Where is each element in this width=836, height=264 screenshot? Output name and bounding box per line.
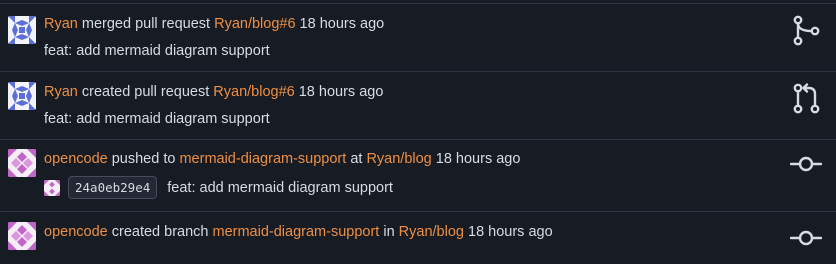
feed-item-created-pr: Ryan created pull request Ryan/blog#6 18… xyxy=(0,72,836,140)
commit-icon xyxy=(789,148,823,180)
feed-item-merged-pr: Ryan merged pull request Ryan/blog#6 18 … xyxy=(0,4,836,72)
pull-request-link[interactable]: Ryan/blog#6 xyxy=(213,84,294,100)
event-connector: in xyxy=(383,224,395,240)
avatar-opencode-small xyxy=(44,179,60,196)
event-verb: pushed to xyxy=(111,151,176,167)
avatar-opencode[interactable] xyxy=(8,222,36,250)
event-summary: Ryan created pull request Ryan/blog#6 18… xyxy=(44,82,383,102)
actor-link[interactable]: opencode xyxy=(44,224,108,240)
actor-link[interactable]: Ryan xyxy=(44,84,78,100)
commit-sha-link[interactable]: 24a0eb29e4 xyxy=(68,176,158,199)
event-verb: merged pull request xyxy=(81,16,211,32)
pull-request-title: feat: add mermaid diagram support xyxy=(44,43,270,59)
actor-link[interactable]: opencode xyxy=(44,151,108,167)
avatar-ryan[interactable] xyxy=(8,82,36,110)
commit-entry: 24a0eb29e4 feat: add mermaid diagram sup… xyxy=(44,176,393,199)
repo-link[interactable]: Ryan/blog xyxy=(366,151,431,167)
branch-link[interactable]: mermaid-diagram-support xyxy=(179,151,346,167)
feed-item-push: opencode pushed to mermaid-diagram-suppo… xyxy=(0,140,836,212)
event-time: 18 hours ago xyxy=(435,151,521,167)
pull-request-icon xyxy=(790,82,822,114)
event-time: 18 hours ago xyxy=(299,16,385,32)
commit-message: feat: add mermaid diagram support xyxy=(167,179,393,196)
repo-link[interactable]: Ryan/blog xyxy=(399,224,464,240)
pull-request-title: feat: add mermaid diagram support xyxy=(44,111,270,127)
pull-request-link[interactable]: Ryan/blog#6 xyxy=(214,16,295,32)
event-verb: created branch xyxy=(111,224,209,240)
activity-feed: Ryan merged pull request Ryan/blog#6 18 … xyxy=(0,0,836,264)
actor-link[interactable]: Ryan xyxy=(44,16,78,32)
event-time: 18 hours ago xyxy=(468,224,553,240)
event-verb: created pull request xyxy=(81,84,210,100)
merge-icon xyxy=(790,14,822,46)
avatar-opencode[interactable] xyxy=(8,149,36,177)
commit-icon xyxy=(789,222,823,254)
branch-link[interactable]: mermaid-diagram-support xyxy=(213,224,380,240)
event-time: 18 hours ago xyxy=(298,84,384,100)
event-connector: at xyxy=(350,151,363,167)
avatar-ryan[interactable] xyxy=(8,16,36,44)
feed-item-branch-created: opencode created branch mermaid-diagram-… xyxy=(0,212,836,264)
event-summary: Ryan merged pull request Ryan/blog#6 18 … xyxy=(44,14,384,34)
event-summary: opencode created branch mermaid-diagram-… xyxy=(44,222,553,242)
event-summary: opencode pushed to mermaid-diagram-suppo… xyxy=(44,149,520,169)
